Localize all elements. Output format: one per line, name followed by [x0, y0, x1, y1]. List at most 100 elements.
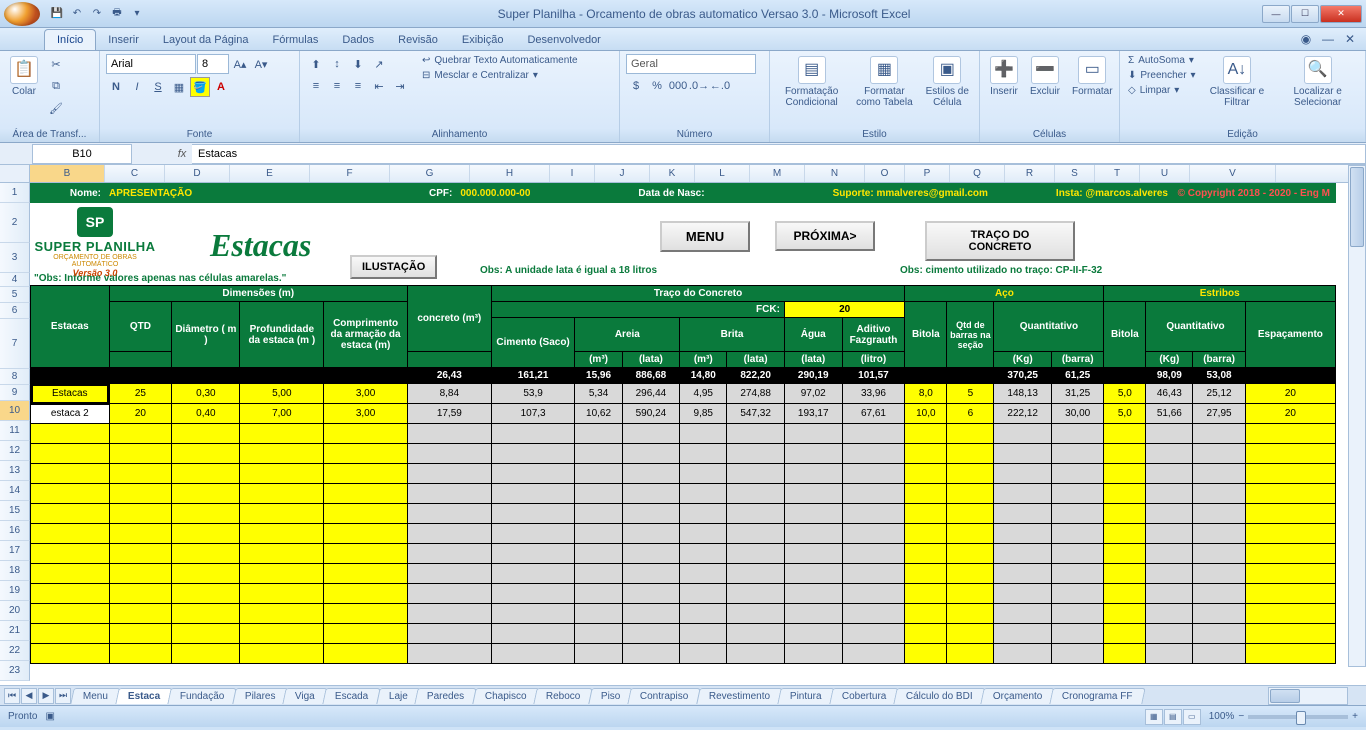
wrap-text-button[interactable]: ↩Quebrar Texto Automaticamente [420, 54, 580, 67]
font-name-combo[interactable] [106, 54, 196, 74]
tab-dados[interactable]: Dados [330, 30, 386, 50]
col-header[interactable]: M [750, 165, 805, 182]
doc-close-icon[interactable]: ✕ [1342, 31, 1358, 47]
dec-decimal-icon[interactable]: ←.0 [710, 76, 730, 96]
col-header[interactable]: E [230, 165, 310, 182]
align-right-icon[interactable]: ≡ [348, 76, 368, 96]
font-size-combo[interactable] [197, 54, 229, 74]
save-icon[interactable]: 💾 [48, 5, 66, 23]
zoom-level[interactable]: 100% [1209, 711, 1235, 722]
tab-inicio[interactable]: Início [44, 29, 96, 50]
tab-nav-prev-icon[interactable]: ◀ [21, 688, 37, 704]
name-box[interactable]: B10 [32, 144, 132, 164]
col-header[interactable]: G [390, 165, 470, 182]
tab-revisao[interactable]: Revisão [386, 30, 450, 50]
align-top-icon[interactable]: ⬆ [306, 54, 326, 74]
macro-record-icon[interactable]: ▣ [45, 711, 54, 722]
align-center-icon[interactable]: ≡ [327, 76, 347, 96]
col-header[interactable]: B [30, 165, 105, 182]
font-color-icon[interactable]: A [211, 77, 231, 97]
close-button[interactable]: ✕ [1320, 5, 1362, 23]
col-header[interactable]: D [165, 165, 230, 182]
view-normal-icon[interactable]: ▦ [1145, 709, 1163, 725]
tab-exibicao[interactable]: Exibição [450, 30, 516, 50]
sheet-tab[interactable]: Viga [283, 688, 328, 704]
minimize-button[interactable]: — [1262, 5, 1290, 23]
sheet-tab[interactable]: Chapisco [472, 688, 539, 704]
ilustacao-button[interactable]: ILUSTAÇÃO [350, 255, 437, 279]
maximize-button[interactable]: ☐ [1291, 5, 1319, 23]
col-header[interactable]: I [550, 165, 595, 182]
row-header[interactable]: 12 [0, 441, 30, 461]
ribbon-minimize-icon[interactable]: — [1320, 31, 1336, 47]
row-header[interactable]: 1 [0, 183, 30, 203]
comma-icon[interactable]: 000 [668, 76, 688, 96]
col-header[interactable]: R [1005, 165, 1055, 182]
format-table-button[interactable]: ▦Formatar como Tabela [851, 54, 917, 110]
indent-dec-icon[interactable]: ⇤ [369, 76, 389, 96]
col-header[interactable]: V [1190, 165, 1276, 182]
sheet-tab[interactable]: Fundação [168, 688, 238, 704]
row-header[interactable]: 11 [0, 421, 30, 441]
col-header[interactable]: L [695, 165, 750, 182]
align-bottom-icon[interactable]: ⬇ [348, 54, 368, 74]
row-header[interactable]: 15 [0, 501, 30, 521]
sheet-tab[interactable]: Estaca [115, 688, 173, 704]
sheet-tab[interactable]: Orçamento [980, 688, 1055, 704]
tab-nav-last-icon[interactable]: ⏭ [55, 688, 71, 704]
col-header[interactable]: K [650, 165, 695, 182]
row-header[interactable]: 21 [0, 621, 30, 641]
tab-layout[interactable]: Layout da Página [151, 30, 261, 50]
office-button[interactable] [4, 2, 40, 26]
cond-format-button[interactable]: ▤Formatação Condicional [776, 54, 847, 110]
col-header[interactable]: N [805, 165, 865, 182]
cell-b10[interactable]: Estacas [31, 384, 110, 404]
sort-filter-button[interactable]: A↓Classificar e Filtrar [1202, 54, 1273, 110]
fill-button[interactable]: ⬇ Preencher ▾ [1126, 69, 1198, 82]
fck-value[interactable]: 20 [784, 302, 904, 318]
row-header[interactable]: 6 [0, 303, 30, 319]
undo-icon[interactable]: ↶ [68, 5, 86, 23]
vertical-scrollbar[interactable] [1348, 165, 1366, 667]
zoom-out-icon[interactable]: − [1238, 711, 1244, 722]
find-select-button[interactable]: 🔍Localizar e Selecionar [1276, 54, 1359, 110]
view-page-layout-icon[interactable]: ▤ [1164, 709, 1182, 725]
cell-styles-button[interactable]: ▣Estilos de Célula [922, 54, 973, 110]
insert-cells-button[interactable]: ➕Inserir [986, 54, 1022, 99]
row-header[interactable]: 8 [0, 369, 30, 385]
fx-icon[interactable]: fx [172, 148, 192, 160]
redo-icon[interactable]: ↷ [88, 5, 106, 23]
sheet-tab[interactable]: Escada [322, 688, 381, 704]
zoom-in-icon[interactable]: + [1352, 711, 1358, 722]
row-header[interactable]: 13 [0, 461, 30, 481]
zoom-slider[interactable] [1248, 715, 1348, 719]
format-painter-icon[interactable]: 🖌 [46, 98, 66, 118]
copy-icon[interactable]: ⧉ [46, 76, 66, 96]
col-header[interactable]: S [1055, 165, 1095, 182]
horizontal-scrollbar[interactable] [1268, 687, 1348, 705]
sheet-tab[interactable]: Cobertura [829, 688, 899, 704]
indent-inc-icon[interactable]: ⇥ [390, 76, 410, 96]
sheet-tab[interactable]: Laje [376, 688, 420, 704]
sheet-tab[interactable]: Pilares [232, 688, 288, 704]
delete-cells-button[interactable]: ➖Excluir [1026, 54, 1064, 99]
shrink-font-icon[interactable]: A▾ [251, 54, 271, 74]
menu-button[interactable]: MENU [660, 221, 750, 252]
proxima-button[interactable]: PRÓXIMA> [775, 221, 875, 251]
align-left-icon[interactable]: ≡ [306, 76, 326, 96]
col-header[interactable]: T [1095, 165, 1140, 182]
format-cells-button[interactable]: ▭Formatar [1068, 54, 1117, 99]
cut-icon[interactable]: ✂ [46, 54, 66, 74]
select-all-corner[interactable] [0, 165, 30, 182]
tab-formulas[interactable]: Fórmulas [261, 30, 331, 50]
sheet-tab[interactable]: Cálculo do BDI [893, 688, 985, 704]
autosum-button[interactable]: Σ AutoSoma ▾ [1126, 54, 1198, 67]
orientation-icon[interactable]: ↗ [369, 54, 389, 74]
tab-nav-first-icon[interactable]: ⏮ [4, 688, 20, 704]
inc-decimal-icon[interactable]: .0→ [689, 76, 709, 96]
clear-button[interactable]: ◇ Limpar ▾ [1126, 84, 1198, 97]
col-header[interactable]: Q [950, 165, 1005, 182]
row-header[interactable]: 19 [0, 581, 30, 601]
row-header[interactable]: 2 [0, 203, 30, 243]
sheet-tab[interactable]: Pintura [777, 688, 834, 704]
